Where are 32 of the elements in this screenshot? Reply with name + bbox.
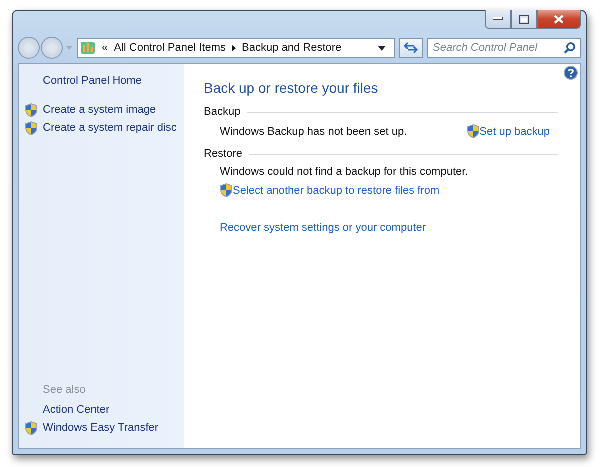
close-icon	[554, 14, 564, 24]
breadcrumb[interactable]: Backup and Restore	[242, 42, 342, 54]
sidebar-link[interactable]: Control Panel Home	[25, 75, 142, 87]
maximize-icon	[519, 14, 529, 24]
action-link[interactable]: Set up backup	[466, 124, 550, 139]
see-also-heading: See also	[42, 384, 86, 396]
search-icon[interactable]	[564, 42, 576, 54]
section-heading: Restore	[204, 148, 243, 160]
refresh-button[interactable]	[399, 38, 423, 58]
refresh-arrows-icon	[404, 42, 418, 54]
control-panel-icon	[80, 40, 96, 56]
page-title: Back up or restore your files	[204, 80, 380, 96]
help-icon[interactable]	[564, 66, 578, 80]
breadcrumb-arrow-icon[interactable]	[232, 44, 236, 52]
sidebar-link[interactable]: Create a system repair disc	[25, 122, 177, 134]
maximize-button[interactable]	[511, 10, 537, 29]
action-link[interactable]: Recover system settings or your computer	[220, 222, 426, 234]
section-heading: Backup	[204, 106, 241, 118]
sidebar-link[interactable]: Create a system image	[25, 104, 156, 116]
status-text: Windows could not find a backup for this computer.	[220, 166, 468, 178]
overflow-chevron[interactable]: «	[102, 42, 108, 54]
breadcrumb[interactable]: All Control Panel Items	[114, 42, 226, 54]
sidebar-link[interactable]: Windows Easy Transfer	[25, 422, 159, 434]
action-link[interactable]: Select another backup to restore files from	[220, 183, 440, 198]
status-text: Windows Backup has not been set up.	[220, 126, 408, 138]
close-button[interactable]	[537, 10, 581, 29]
minimize-button[interactable]	[485, 10, 511, 29]
search-field[interactable]: Search Control Panel	[427, 38, 581, 58]
sidebar-link[interactable]: Action Center	[25, 404, 110, 416]
minimize-icon	[493, 17, 503, 21]
address-bar[interactable]: « All Control Panel Items Backup and Restore	[77, 38, 395, 58]
dropdown-arrow-icon[interactable]	[378, 46, 386, 50]
